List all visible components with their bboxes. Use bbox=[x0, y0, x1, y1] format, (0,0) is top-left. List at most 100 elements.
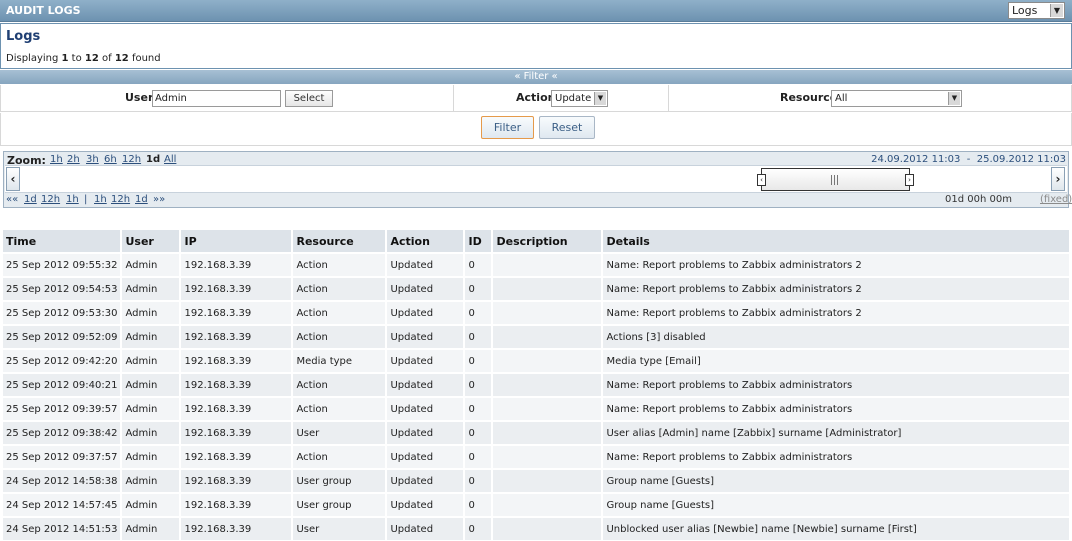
cell-id: 0 bbox=[465, 470, 492, 492]
zoom-12h[interactable]: 12h bbox=[122, 154, 141, 165]
chevron-down-icon: ▼ bbox=[948, 92, 960, 105]
cell-resource: User group bbox=[293, 470, 386, 492]
filter-toggle[interactable]: « Filter « bbox=[0, 70, 1072, 84]
view-select-value: Logs bbox=[1012, 4, 1038, 17]
action-select[interactable]: Update ▼ bbox=[551, 90, 608, 107]
zoom-6h[interactable]: 6h bbox=[104, 154, 117, 165]
zoom-3h[interactable]: 3h bbox=[86, 154, 99, 165]
cell-time: 25 Sep 2012 09:42:20 bbox=[3, 350, 121, 372]
zoom-1d[interactable]: 1d bbox=[146, 154, 160, 165]
select-user-button[interactable]: Select bbox=[285, 90, 333, 107]
table-body: 25 Sep 2012 09:55:32 Admin 192.168.3.39 Act… bbox=[3, 254, 1069, 540]
cell-user: Admin bbox=[122, 398, 180, 420]
table-row: 25 Sep 2012 09:52:09 Admin 192.168.3.39 Act… bbox=[3, 326, 1069, 348]
filter-button[interactable]: Filter bbox=[481, 116, 534, 139]
table-row: 25 Sep 2012 09:37:57 Admin 192.168.3.39 Act… bbox=[3, 446, 1069, 468]
resource-select-value: All bbox=[835, 93, 848, 104]
cell-resource: Action bbox=[293, 446, 386, 468]
fixed-toggle[interactable]: (fixed) bbox=[1040, 194, 1072, 205]
date-to: 25.09.2012 11:03 bbox=[976, 154, 1066, 165]
cell-user: Admin bbox=[122, 518, 180, 540]
cell-details: Unblocked user alias [Newbie] name [Newb… bbox=[603, 518, 1069, 540]
cell-details: Group name [Guests] bbox=[603, 494, 1069, 516]
column-header[interactable]: Description bbox=[493, 230, 602, 252]
cell-description bbox=[493, 254, 602, 276]
cell-ip: 192.168.3.39 bbox=[181, 374, 292, 396]
scroll-right-icon[interactable]: › bbox=[1051, 167, 1065, 191]
cell-time: 25 Sep 2012 09:37:57 bbox=[3, 446, 121, 468]
cell-user: Admin bbox=[122, 350, 180, 372]
zoom-all[interactable]: All bbox=[164, 154, 176, 165]
resource-select[interactable]: All ▼ bbox=[831, 90, 962, 107]
nav-back-1h[interactable]: 1h bbox=[66, 194, 79, 205]
table-row: 25 Sep 2012 09:40:21 Admin 192.168.3.39 Act… bbox=[3, 374, 1069, 396]
cell-user: Admin bbox=[122, 254, 180, 276]
cell-ip: 192.168.3.39 bbox=[181, 470, 292, 492]
user-input[interactable]: Admin bbox=[152, 90, 281, 107]
reset-button[interactable]: Reset bbox=[539, 116, 595, 139]
cell-action: Updated bbox=[387, 350, 464, 372]
cell-details: Name: Report problems to Zabbix administ… bbox=[603, 302, 1069, 324]
column-header[interactable]: Action bbox=[387, 230, 464, 252]
column-header[interactable]: IP bbox=[181, 230, 292, 252]
chevron-down-icon: ▼ bbox=[1050, 4, 1063, 17]
cell-action: Updated bbox=[387, 278, 464, 300]
cell-description bbox=[493, 302, 602, 324]
cell-resource: Action bbox=[293, 326, 386, 348]
cell-ip: 192.168.3.39 bbox=[181, 518, 292, 540]
nav-forward-1h[interactable]: 1h bbox=[94, 194, 107, 205]
cell-user: Admin bbox=[122, 494, 180, 516]
timeline-scrollbar: Zoom: 1h 2h 3h 6h 12h 1d All 24.09.2012 … bbox=[3, 151, 1072, 208]
user-label: User bbox=[125, 91, 154, 104]
column-header[interactable]: ID bbox=[465, 230, 492, 252]
resize-right-handle-icon[interactable]: › bbox=[905, 174, 914, 186]
cell-ip: 192.168.3.39 bbox=[181, 398, 292, 420]
date-from: 24.09.2012 11:03 bbox=[871, 154, 961, 165]
column-header[interactable]: Time bbox=[3, 230, 121, 252]
table-header-row: Time User IP Resource Action ID Descript… bbox=[3, 230, 1069, 252]
table-row: 25 Sep 2012 09:55:32 Admin 192.168.3.39 Act… bbox=[3, 254, 1069, 276]
found-word: found bbox=[131, 53, 161, 64]
to-word: to bbox=[71, 53, 82, 64]
drag-grip-icon[interactable] bbox=[831, 175, 840, 185]
cell-details: Name: Report problems to Zabbix administ… bbox=[603, 254, 1069, 276]
column-header[interactable]: User bbox=[122, 230, 180, 252]
cell-action: Updated bbox=[387, 374, 464, 396]
nav-separator: | bbox=[84, 194, 88, 205]
nav-back-all[interactable]: «« bbox=[6, 194, 18, 205]
cell-details: Name: Report problems to Zabbix administ… bbox=[603, 278, 1069, 300]
resize-left-handle-icon[interactable]: ‹ bbox=[757, 174, 766, 186]
nav-forward-1d[interactable]: 1d bbox=[135, 194, 148, 205]
timeline-track[interactable]: ‹ ‹ › › bbox=[5, 165, 1067, 193]
cell-description bbox=[493, 398, 602, 420]
cell-user: Admin bbox=[122, 446, 180, 468]
cell-ip: 192.168.3.39 bbox=[181, 494, 292, 516]
cell-id: 0 bbox=[465, 350, 492, 372]
cell-user: Admin bbox=[122, 374, 180, 396]
timeline-period-bar[interactable]: ‹ › bbox=[757, 168, 914, 191]
table-row: 24 Sep 2012 14:57:45 Admin 192.168.3.39 Use… bbox=[3, 494, 1069, 516]
scroll-left-icon[interactable]: ‹ bbox=[6, 167, 20, 191]
logs-info-box: Logs Displaying 1 to 12 of 12 found bbox=[0, 23, 1072, 69]
cell-time: 24 Sep 2012 14:58:38 bbox=[3, 470, 121, 492]
results-count: Displaying 1 to 12 of 12 found bbox=[6, 53, 161, 64]
cell-details: Name: Report problems to Zabbix administ… bbox=[603, 374, 1069, 396]
date-separator: - bbox=[966, 154, 971, 165]
column-header[interactable]: Details bbox=[603, 230, 1069, 252]
of-word: of bbox=[102, 53, 112, 64]
cell-resource: Media type bbox=[293, 350, 386, 372]
cell-user: Admin bbox=[122, 422, 180, 444]
nav-back-1d[interactable]: 1d bbox=[24, 194, 37, 205]
cell-action: Updated bbox=[387, 494, 464, 516]
nav-forward-all[interactable]: »» bbox=[153, 194, 165, 205]
zoom-2h[interactable]: 2h bbox=[67, 154, 80, 165]
nav-forward-12h[interactable]: 12h bbox=[111, 194, 130, 205]
resource-label: Resource bbox=[780, 91, 838, 104]
zoom-1h[interactable]: 1h bbox=[50, 154, 63, 165]
cell-description bbox=[493, 374, 602, 396]
view-select[interactable]: Logs ▼ bbox=[1008, 2, 1065, 19]
column-header[interactable]: Resource bbox=[293, 230, 386, 252]
cell-details: Group name [Guests] bbox=[603, 470, 1069, 492]
nav-back-12h[interactable]: 12h bbox=[41, 194, 60, 205]
table-row: 25 Sep 2012 09:53:30 Admin 192.168.3.39 Act… bbox=[3, 302, 1069, 324]
